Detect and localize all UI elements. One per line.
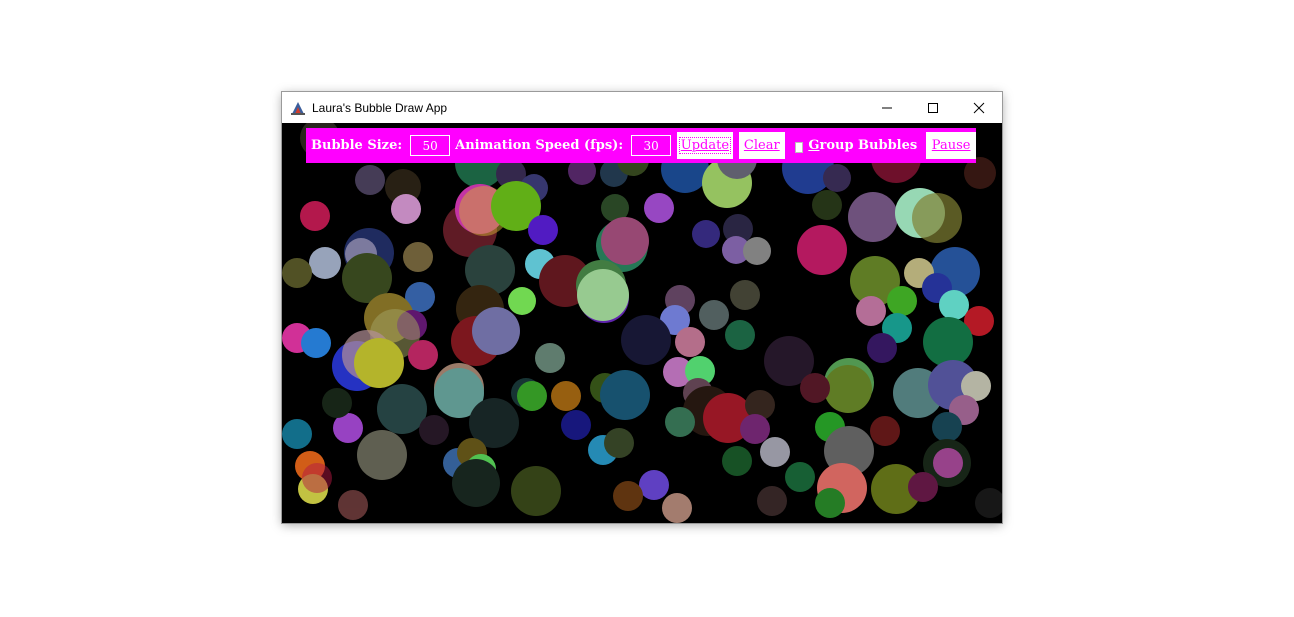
bubble bbox=[939, 290, 969, 320]
bubble bbox=[870, 416, 900, 446]
bubble bbox=[535, 343, 565, 373]
bubble bbox=[730, 280, 760, 310]
bubble bbox=[912, 193, 962, 243]
bubble bbox=[856, 296, 886, 326]
update-button[interactable]: Update bbox=[677, 132, 733, 159]
bubble bbox=[508, 287, 536, 315]
bubble bbox=[823, 164, 851, 192]
title-bar[interactable]: Laura's Bubble Draw App bbox=[282, 92, 1002, 123]
maximize-icon bbox=[928, 102, 938, 113]
bubble bbox=[887, 286, 917, 316]
bubble bbox=[932, 412, 962, 442]
bubble bbox=[665, 407, 695, 437]
bubble bbox=[725, 320, 755, 350]
bubble bbox=[975, 488, 1002, 518]
bubble bbox=[662, 493, 692, 523]
bubble bbox=[577, 269, 629, 321]
bubble bbox=[812, 190, 842, 220]
animation-speed-input[interactable] bbox=[631, 135, 672, 156]
bubble bbox=[800, 373, 830, 403]
group-bubbles-checkbox[interactable] bbox=[794, 141, 804, 153]
bubble bbox=[867, 333, 897, 363]
maximize-button[interactable] bbox=[910, 92, 956, 123]
bubble bbox=[403, 242, 433, 272]
bubble bbox=[300, 201, 330, 231]
bubble bbox=[699, 300, 729, 330]
bubble bbox=[472, 307, 520, 355]
bubble bbox=[551, 381, 581, 411]
clear-button[interactable]: Clear bbox=[738, 132, 785, 159]
pause-button-label: Pause bbox=[931, 138, 971, 153]
bubble bbox=[908, 472, 938, 502]
bubble bbox=[517, 381, 547, 411]
bubble bbox=[613, 481, 643, 511]
bubble bbox=[757, 486, 787, 516]
bubble bbox=[357, 430, 407, 480]
bubble bbox=[511, 466, 561, 516]
bubble bbox=[391, 194, 421, 224]
bubble bbox=[301, 328, 331, 358]
bubble bbox=[743, 237, 771, 265]
bubbles-layer bbox=[282, 123, 1002, 523]
app-window: Laura's Bubble Draw App Bubble Size: 50 … bbox=[282, 92, 1002, 523]
bubble bbox=[338, 490, 368, 520]
bubble bbox=[282, 258, 312, 288]
bubble bbox=[452, 459, 500, 507]
minimize-icon bbox=[882, 107, 892, 108]
window-title: Laura's Bubble Draw App bbox=[312, 100, 448, 115]
bubble bbox=[419, 415, 449, 445]
bubble bbox=[600, 370, 650, 420]
bubble-size-input[interactable] bbox=[410, 135, 451, 156]
bubble bbox=[639, 470, 669, 500]
clear-button-label: Clear bbox=[743, 138, 780, 153]
bubble bbox=[785, 462, 815, 492]
bubble bbox=[675, 327, 705, 357]
bubble bbox=[528, 215, 558, 245]
bubble bbox=[848, 192, 898, 242]
bubble bbox=[815, 488, 845, 518]
pause-button[interactable]: Pause bbox=[926, 132, 976, 159]
java-app-icon bbox=[290, 100, 306, 116]
bubble bbox=[302, 463, 332, 493]
animation-speed-label: Animation Speed (fps): bbox=[455, 138, 624, 153]
bubble bbox=[760, 437, 790, 467]
group-bubbles-label[interactable]: Group Bubbles bbox=[808, 138, 917, 153]
bubble-canvas[interactable] bbox=[282, 123, 1002, 523]
minimize-button[interactable] bbox=[864, 92, 910, 123]
bubble bbox=[322, 388, 352, 418]
bubble bbox=[354, 338, 404, 388]
bubble bbox=[601, 217, 649, 265]
bubble bbox=[282, 419, 312, 449]
bubble bbox=[408, 340, 438, 370]
bubble bbox=[797, 225, 847, 275]
bubble bbox=[692, 220, 720, 248]
bubble bbox=[561, 410, 591, 440]
bubble bbox=[604, 428, 634, 458]
bubble-size-label: Bubble Size: bbox=[311, 138, 403, 153]
group-bubbles-mnemonic: G bbox=[808, 138, 820, 153]
bubble bbox=[309, 247, 341, 279]
bubble bbox=[355, 165, 385, 195]
bubble bbox=[933, 448, 963, 478]
bubble bbox=[722, 446, 752, 476]
bubble bbox=[824, 365, 872, 413]
group-bubbles-label-rest: roup Bubbles bbox=[819, 138, 918, 153]
close-button[interactable] bbox=[956, 92, 1002, 123]
bubble bbox=[923, 317, 973, 367]
bubble bbox=[644, 193, 674, 223]
update-button-label: Update bbox=[678, 137, 732, 154]
bubble bbox=[740, 414, 770, 444]
control-toolbar: Bubble Size: Animation Speed (fps): Upda… bbox=[306, 128, 976, 163]
bubble bbox=[621, 315, 671, 365]
close-icon bbox=[973, 102, 985, 113]
